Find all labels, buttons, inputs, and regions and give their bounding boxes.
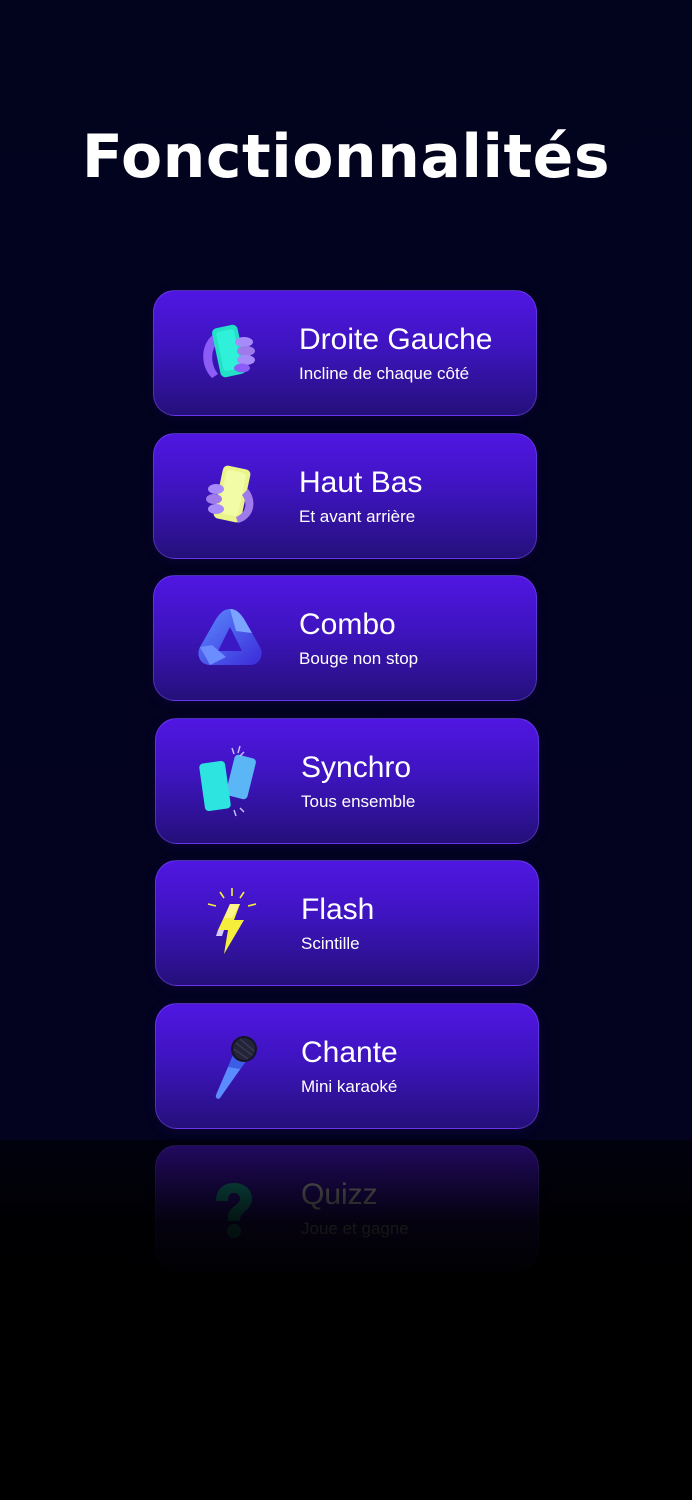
feature-description: Et avant arrière bbox=[299, 507, 416, 526]
feature-label: Flash bbox=[301, 893, 375, 926]
feature-card-haut-bas[interactable]: Haut Bas Et avant arrière bbox=[153, 433, 537, 559]
feature-label: Combo bbox=[299, 608, 396, 641]
feature-card-combo[interactable]: Combo Bouge non stop bbox=[153, 575, 537, 701]
feature-description: Incline de chaque côté bbox=[299, 364, 470, 383]
feature-card-synchro[interactable]: Synchro Tous ensemble bbox=[155, 718, 539, 844]
feature-description: Mini karaoké bbox=[301, 1077, 398, 1096]
phone-hand-up-icon bbox=[192, 459, 268, 535]
feature-description: Bouge non stop bbox=[299, 649, 419, 668]
question-mark-icon bbox=[194, 1171, 270, 1247]
feature-label: Synchro bbox=[301, 751, 412, 784]
two-phones-icon bbox=[194, 744, 270, 820]
feature-label: Quizz bbox=[301, 1178, 378, 1211]
feature-description: Joue et gagne bbox=[301, 1219, 409, 1238]
feature-label: Chante bbox=[301, 1036, 398, 1069]
feature-description: Tous ensemble bbox=[301, 792, 416, 811]
features-screen: Fonctionnalités Droite Gauche Incline de… bbox=[0, 0, 692, 1500]
feature-card-flash[interactable]: Flash Scintille bbox=[155, 860, 539, 986]
lightning-icon bbox=[194, 886, 270, 962]
phone-hand-tilt-icon bbox=[192, 316, 268, 392]
feature-card-quizz[interactable]: Quizz Joue et gagne bbox=[155, 1145, 539, 1271]
feature-list: Droite Gauche Incline de chaque côté Hau… bbox=[0, 0, 692, 1500]
microphone-icon bbox=[194, 1029, 270, 1105]
feature-card-droite-gauche[interactable]: Droite Gauche Incline de chaque côté bbox=[153, 290, 537, 416]
feature-card-chante[interactable]: Chante Mini karaoké bbox=[155, 1003, 539, 1129]
feature-description: Scintille bbox=[301, 934, 360, 953]
feature-label: Droite Gauche bbox=[299, 323, 493, 356]
feature-label: Haut Bas bbox=[299, 466, 423, 499]
triangle-loop-icon bbox=[192, 601, 268, 677]
